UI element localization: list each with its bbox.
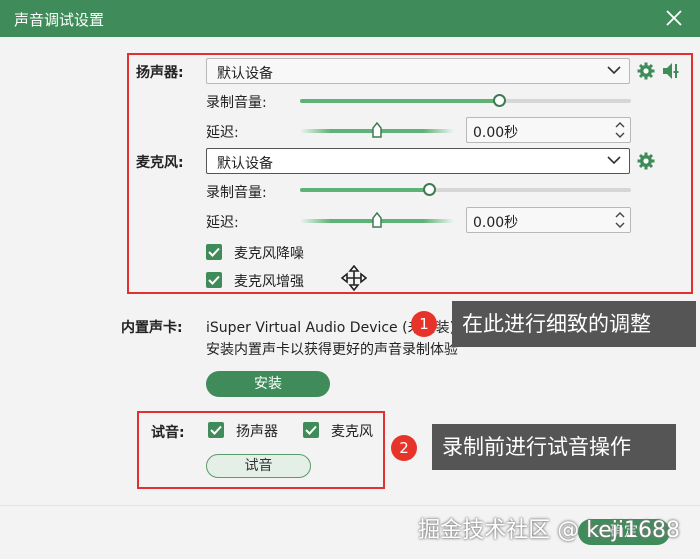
callout-number-1: 1 xyxy=(411,311,437,337)
sound-card-label: 内置声卡: xyxy=(121,320,183,336)
callout-text-1: 在此进行细致的调整 xyxy=(452,301,696,347)
sound-card-hint: 安装内置声卡以获得更好的声音录制体验 xyxy=(206,342,458,358)
install-button[interactable]: 安装 xyxy=(206,371,330,397)
close-icon[interactable] xyxy=(664,8,684,28)
highlight-box-devices xyxy=(127,53,693,294)
watermark-text: 掘金技术社区 @ keji1688 xyxy=(418,518,680,543)
title-bar: 声音调试设置 xyxy=(0,0,700,37)
window-title: 声音调试设置 xyxy=(14,11,105,29)
callout-text-2: 录制前进行试音操作 xyxy=(432,424,676,470)
highlight-box-test xyxy=(137,411,385,489)
callout-number-2: 2 xyxy=(391,435,417,461)
